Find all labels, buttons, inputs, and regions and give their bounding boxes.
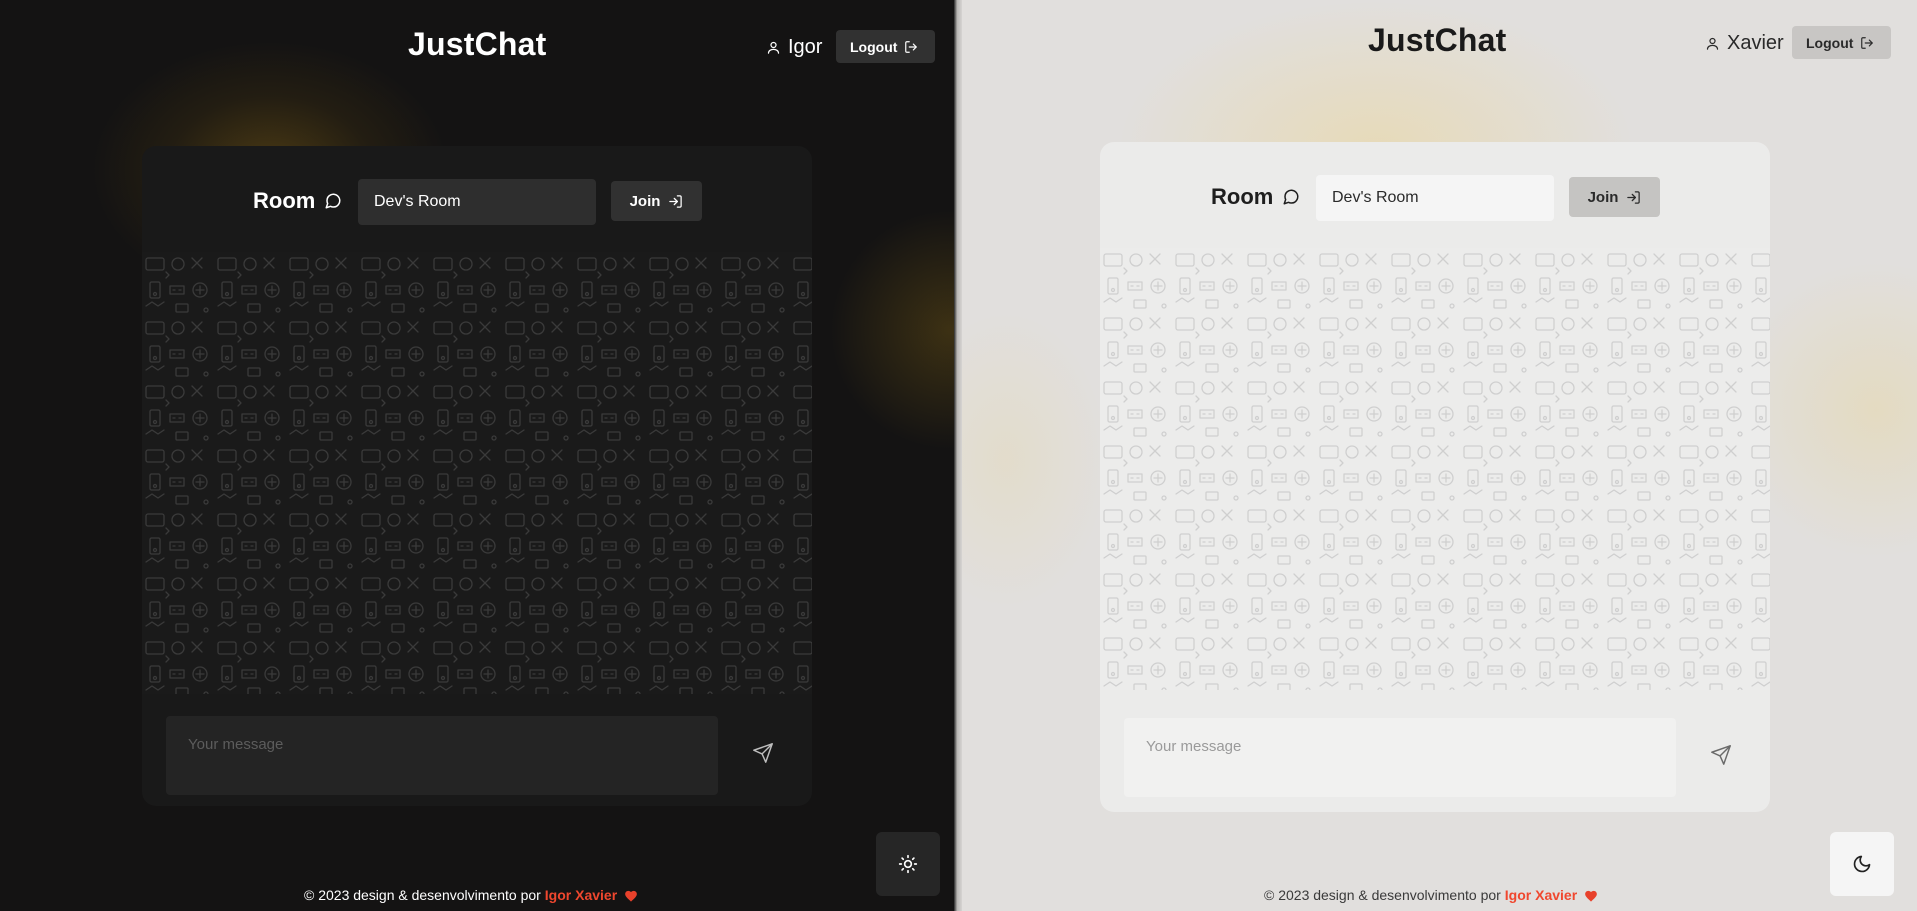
room-header: Room Join bbox=[1100, 142, 1770, 248]
chat-bubble-icon bbox=[1283, 189, 1299, 205]
light-theme-panel: JustChat Xavier Logout Room Join bbox=[956, 0, 1917, 911]
heart-icon bbox=[625, 890, 638, 902]
heart-icon bbox=[1585, 890, 1598, 902]
room-title: Room bbox=[1211, 184, 1300, 210]
footer: © 2023 design & desenvolvimento por Igor… bbox=[304, 887, 638, 903]
room-label: Room bbox=[253, 188, 316, 213]
room-input[interactable] bbox=[358, 179, 596, 225]
author-link[interactable]: Igor Xavier bbox=[545, 887, 617, 903]
join-label: Join bbox=[1587, 188, 1619, 206]
messages-area[interactable] bbox=[1100, 248, 1770, 690]
logout-icon bbox=[1861, 36, 1874, 49]
room-input[interactable] bbox=[1316, 175, 1554, 221]
join-button[interactable]: Join bbox=[1569, 177, 1660, 217]
theme-toggle-button[interactable] bbox=[1830, 832, 1894, 896]
user-icon bbox=[1706, 37, 1719, 50]
background-glow bbox=[820, 200, 956, 460]
doodle-pattern bbox=[142, 252, 812, 694]
username: Xavier bbox=[1727, 32, 1784, 54]
chat-card: Room Join bbox=[1100, 142, 1770, 812]
logout-icon bbox=[905, 40, 918, 53]
brand-logo: JustChat bbox=[1368, 22, 1507, 58]
room-header: Room Join bbox=[142, 146, 812, 252]
logout-label: Logout bbox=[1806, 34, 1854, 51]
login-icon bbox=[1627, 190, 1641, 204]
background-glow bbox=[956, 300, 1116, 620]
send-icon bbox=[1711, 745, 1731, 765]
join-button[interactable]: Join bbox=[611, 181, 702, 221]
chat-bubble-icon bbox=[325, 193, 341, 209]
message-composer bbox=[1100, 690, 1770, 812]
brand-logo: JustChat bbox=[408, 26, 547, 62]
panel-divider bbox=[954, 0, 962, 911]
username: Igor bbox=[788, 36, 823, 58]
send-button[interactable] bbox=[1708, 742, 1734, 768]
sun-icon bbox=[898, 854, 918, 874]
moon-icon bbox=[1853, 855, 1871, 873]
user-icon bbox=[767, 41, 780, 54]
footer-text: © 2023 design & desenvolvimento por bbox=[304, 887, 541, 903]
logout-button[interactable]: Logout bbox=[836, 30, 935, 63]
room-title: Room bbox=[253, 188, 342, 214]
room-label: Room bbox=[1211, 184, 1274, 209]
user-info: Igor bbox=[766, 36, 822, 59]
dark-theme-panel: JustChat Igor Logout Room Join bbox=[0, 0, 956, 911]
split-screen: JustChat Igor Logout Room Join bbox=[0, 0, 1917, 911]
send-icon bbox=[753, 743, 773, 763]
doodle-pattern bbox=[1100, 248, 1770, 690]
chat-card: Room Join bbox=[142, 146, 812, 806]
join-label: Join bbox=[629, 192, 661, 210]
footer-text: © 2023 design & desenvolvimento por bbox=[1264, 887, 1501, 903]
logout-label: Logout bbox=[850, 38, 898, 55]
login-icon bbox=[669, 194, 683, 208]
message-composer bbox=[142, 694, 812, 806]
theme-toggle-button[interactable] bbox=[876, 832, 940, 896]
user-info: Xavier bbox=[1705, 32, 1784, 55]
messages-area[interactable] bbox=[142, 252, 812, 694]
message-input[interactable] bbox=[166, 716, 718, 795]
message-input[interactable] bbox=[1124, 718, 1676, 797]
author-link[interactable]: Igor Xavier bbox=[1505, 887, 1577, 903]
logout-button[interactable]: Logout bbox=[1792, 26, 1891, 59]
send-button[interactable] bbox=[750, 740, 776, 766]
footer: © 2023 design & desenvolvimento por Igor… bbox=[1264, 887, 1598, 903]
